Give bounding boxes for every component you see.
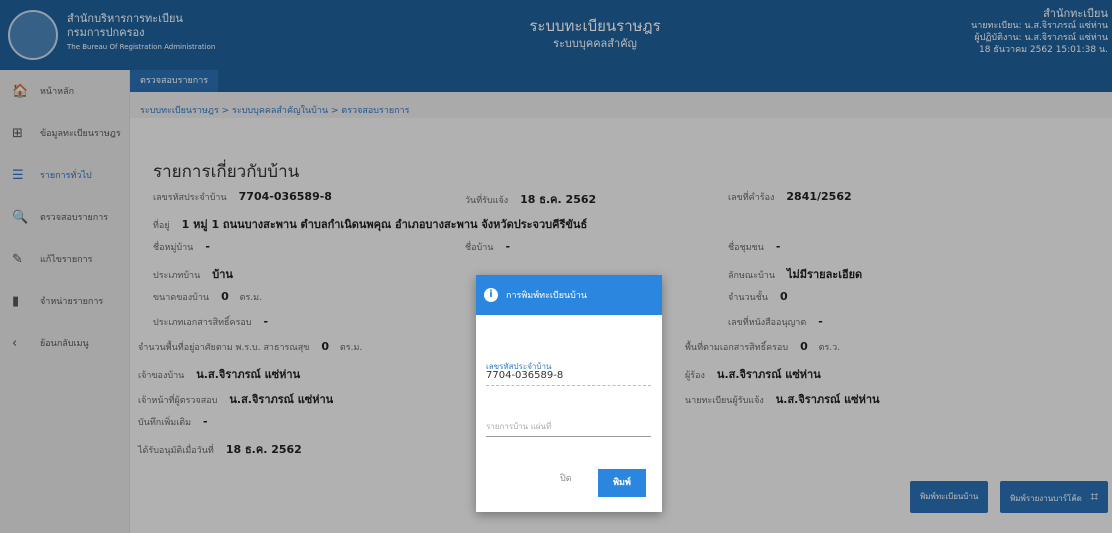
print-dialog: i การพิมพ์ทะเบียนบ้าน เลขรหัสประจำบ้าน 7… xyxy=(476,275,662,512)
dialog-title: การพิมพ์ทะเบียนบ้าน xyxy=(506,291,588,301)
print-button[interactable]: พิมพ์ xyxy=(598,469,646,497)
dialog-header: i การพิมพ์ทะเบียนบ้าน xyxy=(476,275,662,315)
dialog-house-no-value: 7704-036589-8 xyxy=(486,370,651,386)
sheet-number-input[interactable] xyxy=(486,417,651,437)
close-button[interactable]: ปิด xyxy=(560,471,572,485)
info-icon: i xyxy=(484,288,498,302)
